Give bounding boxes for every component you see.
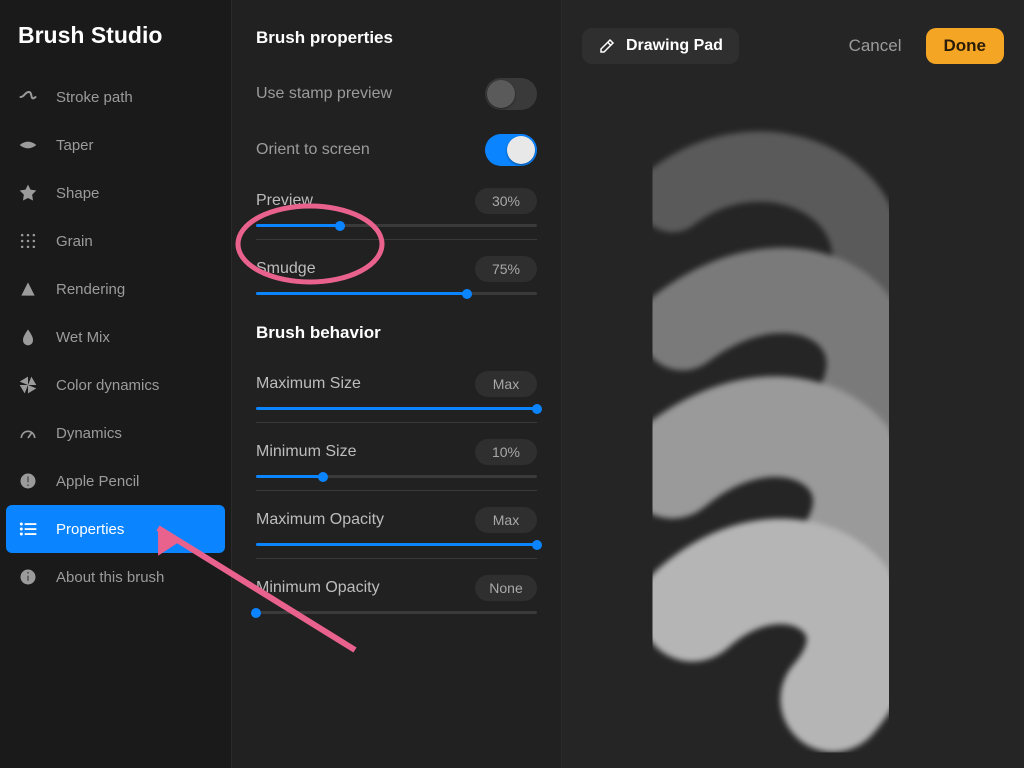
drawing-pad-label: Drawing Pad (626, 37, 723, 55)
slider-maximum-size[interactable] (256, 407, 537, 410)
slider-value: 75% (475, 256, 537, 282)
sidebar-item-properties[interactable]: Properties (6, 505, 225, 553)
pinwheel-icon (18, 375, 38, 395)
edit-icon (598, 37, 616, 55)
sidebar-item-label: Rendering (56, 281, 125, 298)
toggle-label: Orient to screen (256, 141, 370, 159)
row-use-stamp-preview: Use stamp preview (256, 66, 537, 122)
list-icon (18, 519, 38, 539)
sidebar-item-about[interactable]: About this brush (0, 553, 231, 601)
taper-icon (18, 135, 38, 155)
row-minimum-size: Minimum Size 10% (256, 429, 537, 484)
app-root: Brush Studio Stroke path Taper Shape (0, 0, 1024, 768)
slider-preview[interactable] (256, 224, 537, 227)
slider-label: Maximum Opacity (256, 511, 384, 529)
sidebar-item-label: Dynamics (56, 425, 122, 442)
slider-value: None (475, 575, 537, 601)
stroke-path-icon (18, 87, 38, 107)
toggle-label: Use stamp preview (256, 85, 392, 103)
section-brush-behavior: Brush behavior (256, 323, 537, 343)
cancel-button[interactable]: Cancel (835, 28, 916, 64)
brush-stroke-preview (562, 64, 1024, 768)
sidebar-item-label: Taper (56, 137, 94, 154)
sidebar-item-label: Shape (56, 185, 99, 202)
shape-icon (18, 183, 38, 203)
droplet-icon (18, 327, 38, 347)
sidebar-item-label: Apple Pencil (56, 473, 139, 490)
slider-value: Max (475, 507, 537, 533)
slider-value: Max (475, 371, 537, 397)
sidebar-item-taper[interactable]: Taper (0, 121, 231, 169)
preview-canvas[interactable] (562, 64, 1024, 768)
app-title: Brush Studio (0, 22, 231, 73)
slider-label: Preview (256, 192, 313, 210)
sidebar-item-rendering[interactable]: Rendering (0, 265, 231, 313)
row-preview: Preview 30% (256, 178, 537, 233)
pencil-icon (18, 471, 38, 491)
rendering-icon (18, 279, 38, 299)
slider-maximum-opacity[interactable] (256, 543, 537, 546)
slider-label: Maximum Size (256, 375, 361, 393)
section-brush-properties: Brush properties (256, 28, 537, 48)
sidebar: Brush Studio Stroke path Taper Shape (0, 0, 232, 768)
sidebar-item-label: Grain (56, 233, 93, 250)
row-maximum-opacity: Maximum Opacity Max (256, 497, 537, 552)
sidebar-nav: Stroke path Taper Shape (0, 73, 231, 601)
slider-minimum-opacity[interactable] (256, 611, 537, 614)
slider-value: 30% (475, 188, 537, 214)
sidebar-item-wet-mix[interactable]: Wet Mix (0, 313, 231, 361)
row-minimum-opacity: Minimum Opacity None (256, 565, 537, 620)
preview-toolbar: Drawing Pad Cancel Done (562, 0, 1024, 64)
sidebar-item-label: Color dynamics (56, 377, 159, 394)
info-icon (18, 567, 38, 587)
toggle-orient-to-screen[interactable] (485, 134, 537, 166)
sidebar-item-label: Stroke path (56, 89, 133, 106)
slider-label: Minimum Opacity (256, 579, 380, 597)
row-orient-to-screen: Orient to screen (256, 122, 537, 178)
sidebar-item-color-dynamics[interactable]: Color dynamics (0, 361, 231, 409)
sidebar-item-label: Properties (56, 521, 124, 538)
sidebar-item-apple-pencil[interactable]: Apple Pencil (0, 457, 231, 505)
sidebar-item-shape[interactable]: Shape (0, 169, 231, 217)
slider-label: Smudge (256, 260, 316, 278)
sidebar-item-stroke-path[interactable]: Stroke path (0, 73, 231, 121)
sidebar-item-label: About this brush (56, 569, 164, 586)
done-button[interactable]: Done (926, 28, 1005, 64)
row-smudge: Smudge 75% (256, 246, 537, 301)
toggle-use-stamp-preview[interactable] (485, 78, 537, 110)
slider-label: Minimum Size (256, 443, 356, 461)
slider-smudge[interactable] (256, 292, 537, 295)
slider-minimum-size[interactable] (256, 475, 537, 478)
drawing-pad-button[interactable]: Drawing Pad (582, 28, 739, 64)
preview-panel: Drawing Pad Cancel Done (562, 0, 1024, 768)
grain-icon (18, 231, 38, 251)
row-maximum-size: Maximum Size Max (256, 361, 537, 416)
settings-panel: Brush properties Use stamp preview Orien… (232, 0, 562, 768)
sidebar-item-grain[interactable]: Grain (0, 217, 231, 265)
sidebar-item-dynamics[interactable]: Dynamics (0, 409, 231, 457)
slider-value: 10% (475, 439, 537, 465)
speedometer-icon (18, 423, 38, 443)
sidebar-item-label: Wet Mix (56, 329, 110, 346)
